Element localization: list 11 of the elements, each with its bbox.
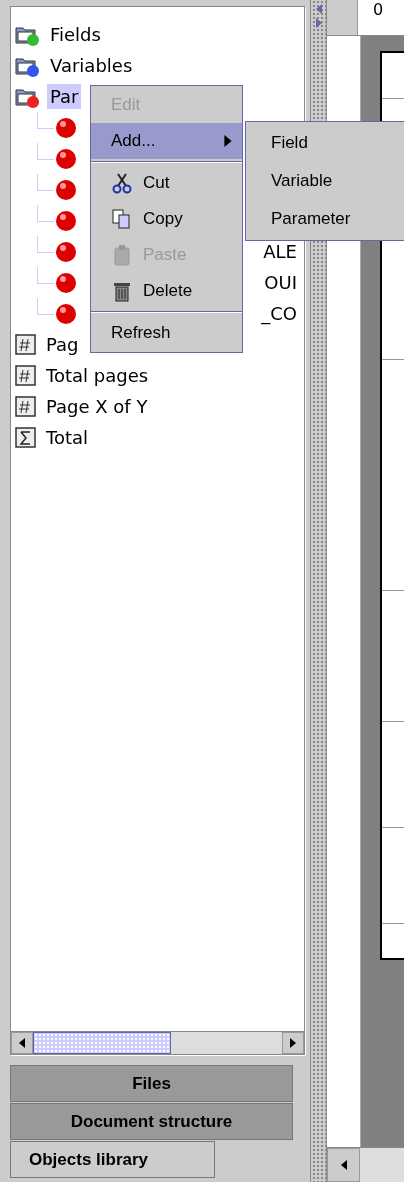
ruler-label: 0 bbox=[373, 0, 384, 19]
tree-label: OUI bbox=[263, 271, 298, 295]
tree-label: ALE bbox=[262, 240, 298, 264]
tree-label: Page X of Y bbox=[45, 395, 149, 419]
tree-label: Total pages bbox=[45, 364, 150, 388]
tree-label: Pag bbox=[45, 333, 80, 357]
tree-label: Par bbox=[47, 84, 82, 109]
tree-label: _CO bbox=[260, 302, 298, 326]
tree-label: Variables bbox=[49, 54, 134, 78]
tree-label: Total bbox=[45, 426, 90, 450]
tree-label: Fields bbox=[49, 23, 102, 47]
